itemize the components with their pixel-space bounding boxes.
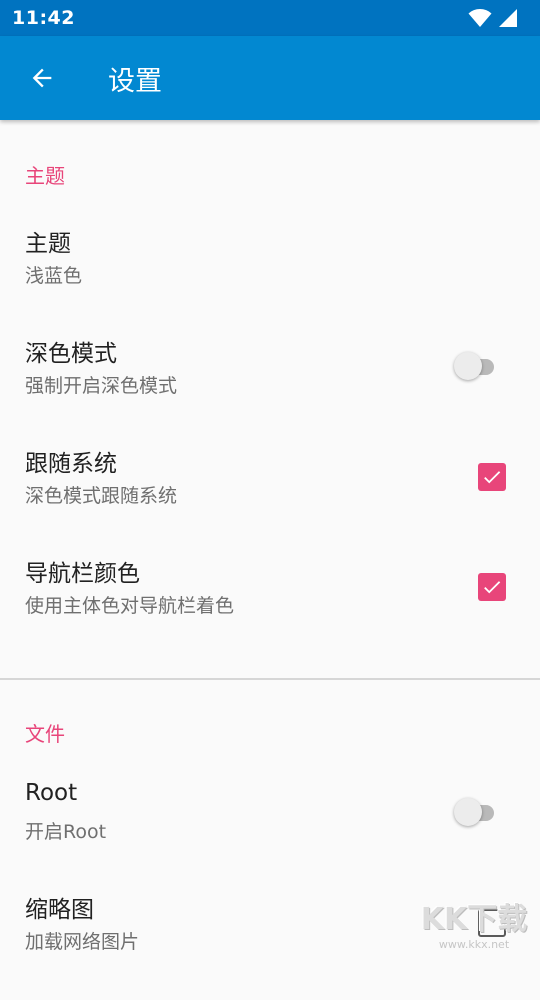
pref-summary: 浅蓝色	[25, 261, 82, 288]
check-icon	[481, 466, 503, 488]
pref-title: 跟随系统	[25, 444, 117, 478]
follow-system-checkbox[interactable]	[478, 463, 506, 491]
arrow-back-icon	[28, 64, 56, 92]
pref-summary: 加载网络图片	[25, 927, 139, 954]
pref-summary: 使用主体色对导航栏着色	[25, 591, 234, 618]
pref-summary: 强制开启深色模式	[25, 371, 177, 398]
section-header-theme: 主题	[0, 120, 540, 224]
switch-thumb	[454, 352, 482, 380]
cell-signal-icon	[498, 8, 518, 28]
status-time: 11:42	[12, 7, 75, 29]
pref-summary: 开启Root	[25, 817, 106, 844]
check-icon	[481, 576, 503, 598]
pref-title: 主题	[25, 224, 71, 258]
app-bar: 设置	[0, 36, 540, 120]
watermark-logo: KK下载	[414, 902, 534, 938]
nav-bar-color-checkbox[interactable]	[478, 573, 506, 601]
section-header-file: 文件	[0, 680, 540, 780]
back-button[interactable]	[14, 50, 70, 106]
pref-title: Root	[25, 780, 77, 806]
switch-thumb	[454, 798, 482, 826]
wifi-icon	[468, 8, 492, 28]
dark-mode-switch[interactable]	[454, 351, 500, 381]
pref-title: 导航栏颜色	[25, 554, 140, 588]
status-icons	[468, 8, 518, 28]
page-title: 设置	[108, 59, 162, 98]
watermark: KK下载 www.kkx.net	[414, 902, 534, 956]
pref-nav-bar-color[interactable]: 导航栏颜色 使用主体色对导航栏着色	[0, 554, 540, 664]
pref-title: 缩略图	[25, 890, 94, 924]
pref-follow-system[interactable]: 跟随系统 深色模式跟随系统	[0, 444, 540, 554]
pref-dark-mode[interactable]: 深色模式 强制开启深色模式	[0, 334, 540, 444]
pref-title: 深色模式	[25, 334, 117, 368]
pref-root[interactable]: Root 开启Root	[0, 780, 540, 890]
status-bar: 11:42	[0, 0, 540, 36]
watermark-url: www.kkx.net	[414, 938, 534, 952]
settings-list: 主题 主题 浅蓝色 深色模式 强制开启深色模式 跟随系统 深色模式跟随系统 导航…	[0, 120, 540, 1000]
pref-summary: 深色模式跟随系统	[25, 481, 177, 508]
pref-theme[interactable]: 主题 浅蓝色	[0, 224, 540, 334]
root-switch[interactable]	[454, 797, 500, 827]
